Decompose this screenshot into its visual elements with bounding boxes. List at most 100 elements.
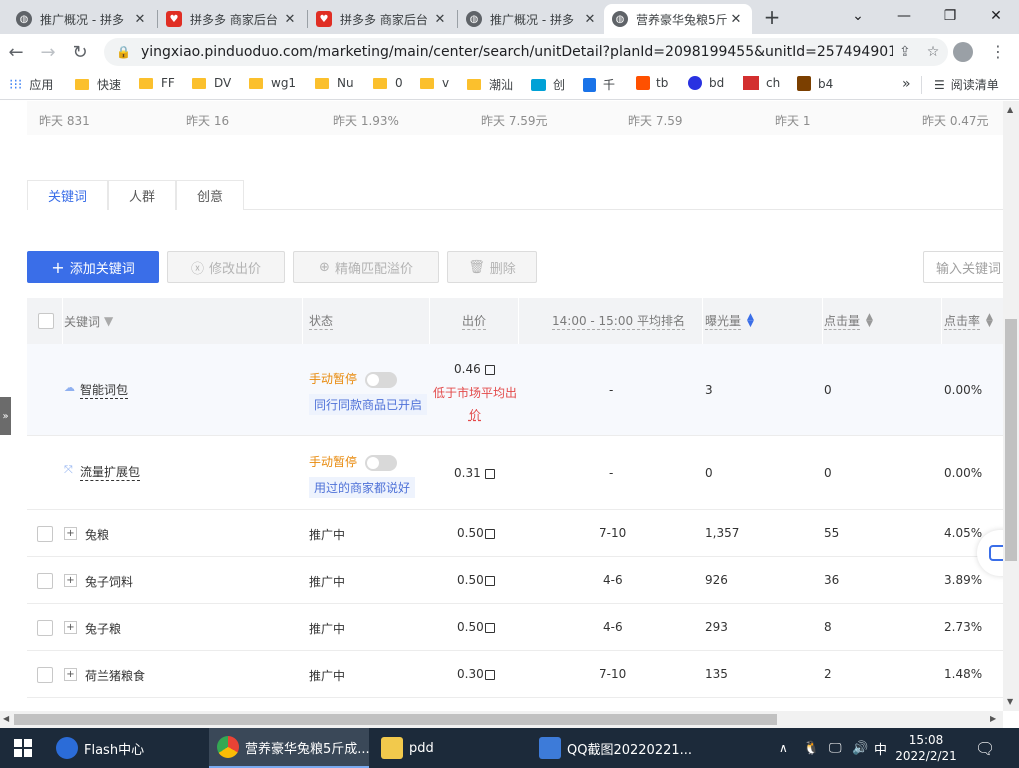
notification-icon[interactable]: 🗨	[975, 728, 995, 768]
bid-cell[interactable]: 0.50	[457, 620, 495, 634]
bookmark-link[interactable]: ch	[743, 76, 780, 90]
expand-plus-icon[interactable]: +	[64, 621, 77, 634]
bookmark-folder[interactable]: FF	[139, 76, 175, 90]
bookmark-folder[interactable]: 快速	[75, 76, 121, 93]
bid-cell[interactable]: 0.50	[457, 573, 495, 587]
close-icon[interactable]: ✕	[728, 12, 744, 27]
row-checkbox[interactable]	[37, 667, 53, 683]
browser-tab[interactable]: ♥ 拼多多 商家后台 ✕	[158, 4, 306, 34]
keyword-search-input[interactable]: 输入关键词	[923, 251, 1003, 283]
browser-tab[interactable]: ♥ 拼多多 商家后台 ✕	[308, 4, 456, 34]
bookmark-link[interactable]: 创	[531, 76, 565, 93]
tab-creative[interactable]: 创意	[176, 180, 245, 210]
new-tab-button[interactable]: +	[760, 4, 784, 30]
row-checkbox[interactable]	[37, 526, 53, 542]
add-keyword-button[interactable]: + 添加关键词	[27, 251, 159, 283]
horizontal-scroll-thumb[interactable]	[14, 714, 777, 725]
edit-bid-button[interactable]: ⓧ 修改出价	[167, 251, 285, 283]
reading-list-button[interactable]: ☰ 阅读清单	[934, 76, 999, 93]
bookmark-folder[interactable]: 0	[373, 76, 403, 90]
qq-tray-icon[interactable]: 🐧	[803, 728, 819, 768]
volume-icon[interactable]: 🔊	[852, 728, 868, 768]
vertical-scroll-thumb[interactable]	[1005, 319, 1017, 561]
filter-icon[interactable]: ▼	[104, 314, 113, 328]
expand-plus-icon[interactable]: +	[64, 527, 77, 540]
close-icon[interactable]: ✕	[282, 12, 298, 27]
ime-indicator[interactable]: 中	[874, 728, 887, 768]
bookmark-folder[interactable]: DV	[192, 76, 231, 90]
minimize-icon[interactable]: —	[881, 0, 927, 32]
bid-cell[interactable]: 0.50	[457, 526, 495, 540]
restore-icon[interactable]: ❐	[927, 0, 973, 32]
horizontal-scrollbar[interactable]: ◀ ▶	[0, 711, 1003, 728]
edit-icon[interactable]	[484, 622, 495, 633]
browser-tab-active[interactable]: ◍ 营养豪华兔粮5斤 ✕	[604, 4, 752, 34]
bid-cell[interactable]: 0.31	[454, 466, 495, 480]
tray-chevron-icon[interactable]: ∧	[779, 728, 788, 768]
bookmark-link[interactable]: bd	[688, 76, 724, 90]
browser-tab[interactable]: ◍ 推广概况 - 拼多 ✕	[458, 4, 606, 34]
header-ctr[interactable]: 点击率 ▲ ▼	[944, 298, 993, 344]
vertical-scrollbar[interactable]: ▲ ▼	[1003, 101, 1019, 711]
precise-match-button[interactable]: ⊕ 精确匹配溢价	[293, 251, 439, 283]
edit-icon[interactable]	[484, 669, 495, 680]
bookmark-folder[interactable]: v	[420, 76, 449, 90]
scroll-down-arrow-icon[interactable]: ▼	[1007, 697, 1013, 706]
row-checkbox[interactable]	[37, 620, 53, 636]
bookmark-link[interactable]: b4	[797, 76, 833, 91]
start-button[interactable]	[0, 728, 46, 768]
edit-icon[interactable]	[484, 575, 495, 586]
browser-tab[interactable]: ◍ 推广概况 - 拼多 ✕	[8, 4, 156, 34]
expand-plus-icon[interactable]: +	[64, 668, 77, 681]
profile-avatar-icon[interactable]	[953, 42, 973, 62]
taskbar-item-flash[interactable]: Flash中心	[54, 728, 204, 768]
bookmarks-overflow-button[interactable]: »	[902, 76, 911, 92]
side-expand-handle[interactable]: »	[0, 397, 11, 435]
sort-icon[interactable]: ▲ ▼	[866, 313, 873, 329]
address-bar[interactable]: 🔒 yingxiao.pinduoduo.com/marketing/main/…	[104, 38, 948, 66]
window-close-icon[interactable]: ✕	[973, 0, 1019, 32]
close-icon[interactable]: ✕	[432, 12, 448, 27]
row-checkbox[interactable]	[37, 573, 53, 589]
share-icon[interactable]: ⇪	[899, 44, 911, 60]
status-toggle[interactable]	[364, 454, 397, 471]
close-icon[interactable]: ✕	[132, 12, 148, 27]
status-toggle[interactable]	[364, 371, 397, 388]
expand-plus-icon[interactable]: +	[64, 574, 77, 587]
sort-icon[interactable]: ▲ ▼	[986, 313, 993, 329]
scroll-up-arrow-icon[interactable]: ▲	[1007, 105, 1013, 114]
sort-icon[interactable]: ▲ ▼	[747, 313, 754, 329]
bookmark-star-icon[interactable]: ☆	[927, 44, 940, 60]
scroll-left-arrow-icon[interactable]: ◀	[3, 714, 9, 723]
taskbar-item-explorer[interactable]: pdd	[373, 728, 533, 768]
bookmark-link[interactable]: 千	[583, 76, 615, 93]
edit-icon[interactable]	[484, 528, 495, 539]
reload-icon[interactable]: ↻	[68, 40, 92, 64]
keyword-name[interactable]: 智能词包	[80, 381, 129, 399]
close-icon[interactable]: ✕	[582, 12, 598, 27]
menu-kebab-icon[interactable]: ⋮	[990, 42, 1006, 61]
tab-keywords[interactable]: 关键词	[27, 180, 109, 210]
scroll-right-arrow-icon[interactable]: ▶	[990, 714, 996, 723]
back-icon[interactable]: ←	[4, 40, 28, 64]
header-impressions[interactable]: 曝光量 ▲ ▼	[705, 298, 754, 344]
header-keyword[interactable]: 关键词 ▼	[64, 298, 113, 344]
edit-icon[interactable]	[484, 364, 495, 375]
forward-icon[interactable]: →	[36, 40, 60, 64]
clock[interactable]: 15:08 2022/2/21	[895, 728, 957, 768]
bookmark-apps[interactable]: ⁝⁝⁝ 应用	[9, 76, 53, 93]
bookmark-folder[interactable]: Nu	[315, 76, 354, 90]
taskbar-item-screenshot[interactable]: QQ截图20220221...	[537, 728, 692, 768]
network-icon[interactable]: 🖵	[829, 728, 842, 768]
header-clicks[interactable]: 点击量 ▲ ▼	[824, 298, 873, 344]
taskbar-item-chrome[interactable]: 营养豪华兔粮5斤成...	[209, 728, 370, 768]
tab-audience[interactable]: 人群	[108, 180, 177, 210]
keyword-name[interactable]: 流量扩展包	[80, 463, 141, 481]
bookmark-folder[interactable]: 潮汕	[467, 76, 513, 93]
bookmark-folder[interactable]: wg1	[249, 76, 296, 90]
tab-search-icon[interactable]: ⌄	[835, 0, 881, 32]
select-all-checkbox[interactable]	[38, 313, 54, 329]
bid-cell[interactable]: 0.30	[457, 667, 495, 681]
bid-cell[interactable]: 0.46	[454, 362, 495, 376]
edit-icon[interactable]	[484, 468, 495, 479]
